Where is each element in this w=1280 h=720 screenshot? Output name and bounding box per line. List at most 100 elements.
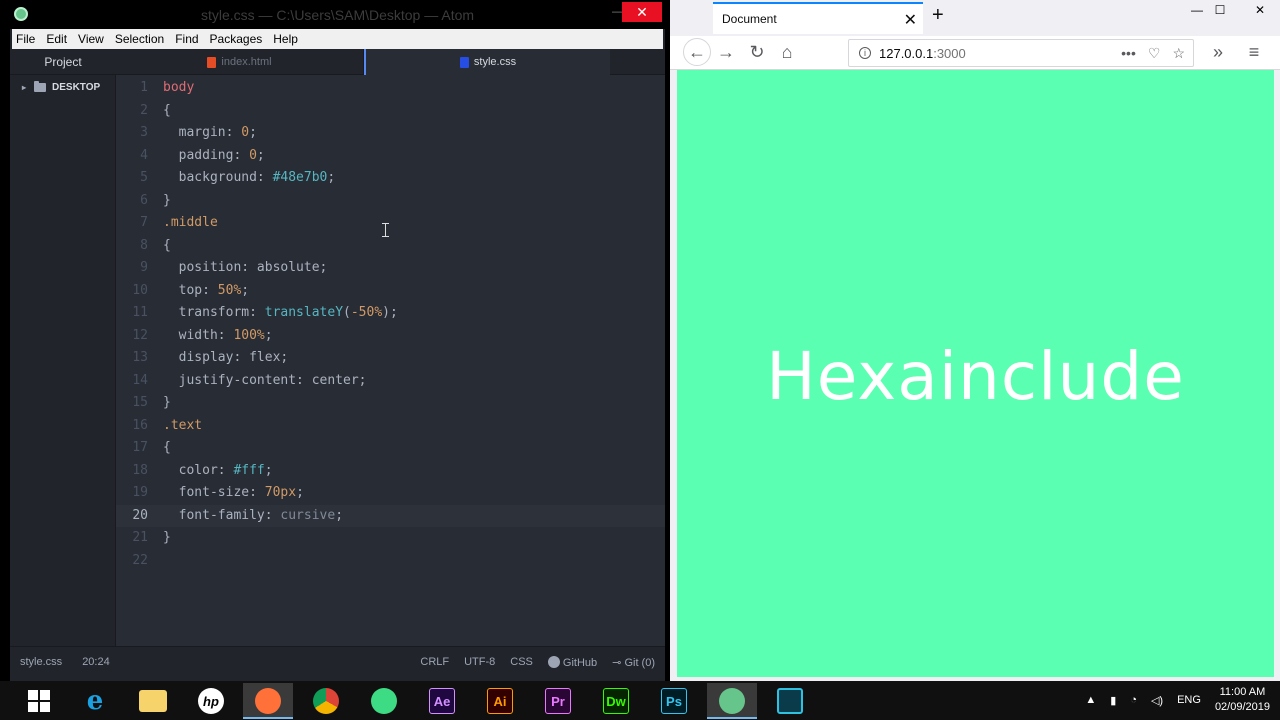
code-text: .middle: [163, 212, 218, 234]
code-line[interactable]: 12 width: 100%;: [116, 325, 665, 348]
taskbar-photoshop[interactable]: Ps: [649, 683, 699, 719]
info-icon[interactable]: i: [859, 47, 871, 59]
code-line[interactable]: 7 .middle: [116, 212, 665, 235]
bookmark-star-icon[interactable]: ☆: [1172, 45, 1185, 62]
taskbar-chrome[interactable]: [301, 683, 351, 719]
project-tab[interactable]: Project: [10, 49, 116, 75]
close-tab-icon[interactable]: ✕: [904, 10, 917, 30]
code-text: }: [163, 395, 171, 410]
tree-root-desktop[interactable]: ▸ DESKTOP: [22, 81, 100, 93]
code-line[interactable]: 15}: [116, 392, 665, 415]
menu-view[interactable]: View: [78, 32, 104, 46]
overflow-chevron-icon[interactable]: »: [1206, 42, 1230, 63]
code-line[interactable]: 1 body: [116, 77, 665, 100]
code-line[interactable]: 11 transform: translateY(-50%);: [116, 302, 665, 325]
tab-index-html[interactable]: index.html: [116, 49, 364, 75]
battery-icon[interactable]: ▮: [1110, 694, 1116, 707]
code-text: transform: translateY(-50%);: [163, 302, 398, 324]
menu-bar: File Edit View Selection Find Packages H…: [12, 29, 663, 49]
back-icon[interactable]: ←: [683, 38, 711, 66]
maximize-button[interactable]: ☐: [1205, 3, 1235, 17]
code-line[interactable]: 22: [116, 550, 665, 573]
dreamweaver-icon: Dw: [603, 688, 629, 714]
code-line[interactable]: 17 {: [116, 437, 665, 460]
code-line[interactable]: 5 background: #48e7b0;: [116, 167, 665, 190]
code-line[interactable]: 10 top: 50%;: [116, 280, 665, 303]
menu-selection[interactable]: Selection: [115, 32, 164, 46]
code-prop: top:: [163, 282, 218, 298]
menu-packages[interactable]: Packages: [210, 32, 263, 46]
browser-tab[interactable]: Document ✕: [713, 2, 923, 34]
taskbar-dreamweaver[interactable]: Dw: [591, 683, 641, 719]
code-line[interactable]: 9 position: absolute;: [116, 257, 665, 280]
taskbar-android-studio[interactable]: [359, 683, 409, 719]
atom-titlebar[interactable]: style.css — C:\Users\SAM\Desktop — Atom …: [10, 0, 665, 29]
code-value: #fff: [233, 462, 265, 478]
code-line[interactable]: 13 display: flex;: [116, 347, 665, 370]
tab-label: index.html: [221, 56, 272, 68]
tab-style-css[interactable]: style.css: [364, 49, 610, 75]
menu-find[interactable]: Find: [175, 32, 198, 46]
menu-file[interactable]: File: [16, 32, 35, 46]
taskbar-hp[interactable]: hp: [186, 683, 236, 719]
taskbar-internet-explorer[interactable]: e: [70, 683, 120, 719]
forward-icon[interactable]: →: [714, 42, 738, 63]
code-line[interactable]: 4 padding: 0;: [116, 145, 665, 168]
code-punct: );: [382, 305, 398, 320]
home-icon[interactable]: ⌂: [775, 42, 799, 63]
code-line-active[interactable]: 20 font-family: cursive;: [116, 504, 665, 527]
code-line[interactable]: 14 justify-content: center;: [116, 370, 665, 393]
url-port: :3000: [933, 45, 966, 61]
status-cursor-position[interactable]: 20:24: [82, 656, 110, 668]
windows-icon: [28, 690, 50, 712]
code-line[interactable]: 2{: [116, 100, 665, 123]
code-line[interactable]: 19 font-size: 70px;: [116, 482, 665, 505]
reload-icon[interactable]: ↻: [745, 42, 769, 63]
close-window-button[interactable]: ✕: [1245, 3, 1275, 17]
premiere-icon: Pr: [545, 688, 571, 714]
address-bar[interactable]: i 127.0.0.1:3000 ••• ♡ ☆: [848, 39, 1194, 67]
taskbar-file-explorer[interactable]: [128, 683, 178, 719]
taskbar-atom[interactable]: [707, 683, 757, 719]
language-indicator[interactable]: ENG: [1177, 694, 1201, 706]
close-button[interactable]: ✕: [622, 2, 662, 22]
network-icon[interactable]: ◔: [1130, 694, 1137, 706]
code-text: }: [163, 530, 171, 545]
menu-help[interactable]: Help: [273, 32, 298, 46]
code-line[interactable]: 6}: [116, 190, 665, 213]
code-line[interactable]: 16 .text: [116, 415, 665, 438]
new-tab-icon[interactable]: +: [932, 4, 944, 27]
taskbar-after-effects[interactable]: Ae: [417, 683, 467, 719]
chevron-right-icon[interactable]: ▸: [22, 83, 26, 92]
code-text: .text: [163, 415, 202, 437]
code-text: background: #48e7b0;: [163, 167, 336, 189]
menu-edit[interactable]: Edit: [46, 32, 67, 46]
status-grammar[interactable]: CSS: [510, 656, 533, 669]
show-hidden-icons-icon[interactable]: ▲: [1085, 694, 1096, 706]
pocket-icon[interactable]: ♡: [1148, 45, 1161, 62]
code-editor[interactable]: 1 body 2{ 3 margin: 0; 4 padding: 0; 5 ba…: [116, 75, 665, 646]
status-file[interactable]: style.css: [20, 656, 62, 668]
line-number: 19: [132, 485, 148, 500]
code-prop: margin:: [163, 125, 242, 140]
page-actions-icon[interactable]: •••: [1121, 45, 1136, 62]
hamburger-menu-icon[interactable]: ≡: [1242, 42, 1266, 63]
status-git[interactable]: ⊸ Git (0): [612, 656, 655, 669]
taskbar-firefox[interactable]: [243, 683, 293, 719]
start-button[interactable]: [14, 683, 64, 719]
code-text: padding: 0;: [163, 145, 265, 167]
code-line[interactable]: 18 color: #fff;: [116, 460, 665, 483]
code-line[interactable]: 21}: [116, 527, 665, 550]
code-punct: ;: [264, 327, 273, 343]
status-github[interactable]: GitHub: [547, 656, 597, 669]
taskbar-premiere[interactable]: Pr: [533, 683, 583, 719]
status-line-ending[interactable]: CRLF: [420, 656, 449, 669]
clock[interactable]: 11:00 AM 02/09/2019: [1215, 685, 1270, 715]
taskbar-illustrator[interactable]: Ai: [475, 683, 525, 719]
code-line[interactable]: 8{: [116, 235, 665, 258]
code-line[interactable]: 3 margin: 0;: [116, 122, 665, 145]
taskbar-screen-recorder[interactable]: [765, 683, 815, 719]
volume-icon[interactable]: ◁): [1151, 694, 1163, 707]
status-encoding[interactable]: UTF-8: [464, 656, 495, 669]
code-value: 0: [249, 147, 257, 163]
